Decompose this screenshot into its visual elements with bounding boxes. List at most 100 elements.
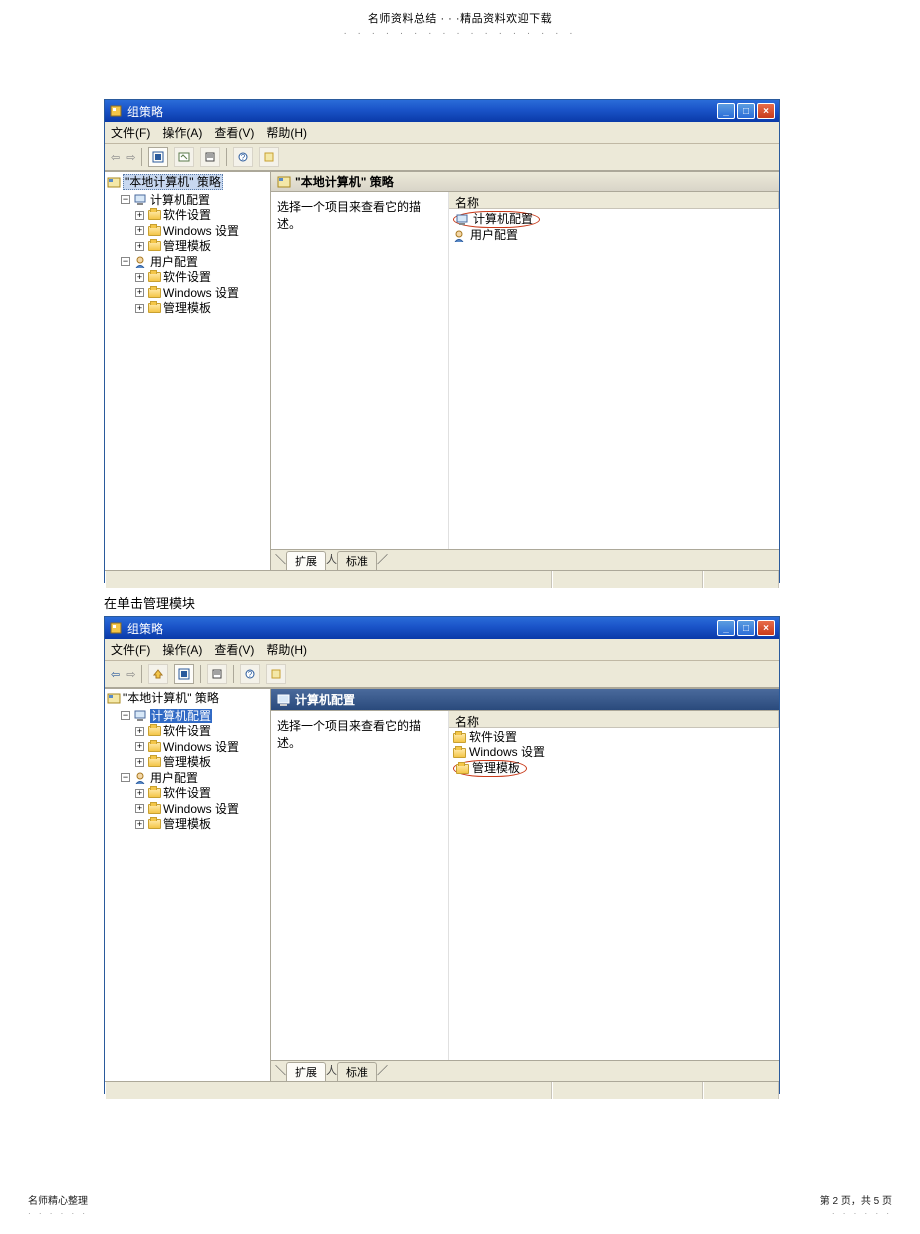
tool-btn-4[interactable]: ? xyxy=(240,664,260,684)
folder-icon xyxy=(148,804,161,814)
highlight-circle: 管理模板 xyxy=(453,760,527,777)
tree-computer-config[interactable]: − 计算机配置 xyxy=(121,193,210,207)
tree-label: Windows 设置 xyxy=(163,286,239,300)
tool-btn-2[interactable] xyxy=(174,147,194,167)
tool-btn-5[interactable] xyxy=(259,147,279,167)
back-button[interactable]: ⇦ xyxy=(111,668,120,681)
list-item-user-config[interactable]: 用户配置 xyxy=(453,228,779,243)
tree-item[interactable]: +Windows 设置 xyxy=(135,224,239,238)
tree-label: Windows 设置 xyxy=(163,740,239,754)
tool-btn-5[interactable] xyxy=(266,664,286,684)
tree-root[interactable]: "本地计算机" 策略 xyxy=(107,174,223,190)
tree-item[interactable]: + 软件设置 xyxy=(135,270,211,284)
tool-btn-up[interactable] xyxy=(148,664,168,684)
tree-item[interactable]: +软件设置 xyxy=(135,786,211,800)
pane-title: "本地计算机" 策略 xyxy=(295,173,394,190)
menu-help[interactable]: 帮助(H) xyxy=(266,641,307,658)
titlebar[interactable]: 组策略 _ □ × xyxy=(105,100,779,122)
pane-header: 计算机配置 xyxy=(271,689,779,711)
tree-label: 软件设置 xyxy=(163,270,211,284)
statusbar xyxy=(105,1081,779,1099)
list-item-computer-config[interactable]: 计算机配置 xyxy=(453,211,779,228)
menu-help[interactable]: 帮助(H) xyxy=(266,124,307,141)
minimize-button[interactable]: _ xyxy=(717,620,735,636)
tree-item[interactable]: + Windows 设置 xyxy=(135,740,239,754)
maximize-button[interactable]: □ xyxy=(737,620,755,636)
list-item-windows[interactable]: Windows 设置 xyxy=(453,745,779,760)
expand-icon[interactable]: + xyxy=(135,226,144,235)
tool-btn-1[interactable] xyxy=(148,147,168,167)
tree-item[interactable]: + 管理模板 xyxy=(135,817,211,831)
menu-action[interactable]: 操作(A) xyxy=(162,641,202,658)
collapse-icon[interactable]: − xyxy=(121,195,130,204)
tab-sep: ／ xyxy=(377,551,388,570)
tree-item[interactable]: +管理模板 xyxy=(135,239,211,253)
expand-icon[interactable]: + xyxy=(135,288,144,297)
toolbar: ⇦ ⇨ ? xyxy=(105,661,779,688)
collapse-icon[interactable]: − xyxy=(121,773,130,782)
user-icon xyxy=(453,230,467,242)
tab-sep: ＼ xyxy=(275,1062,286,1081)
tab-standard[interactable]: 标准 xyxy=(337,551,377,570)
tree-item[interactable]: + Windows 设置 xyxy=(135,286,239,300)
menu-file[interactable]: 文件(F) xyxy=(111,641,150,658)
tree-root-label: "本地计算机" 策略 xyxy=(123,691,219,705)
tree-root-label: "本地计算机" 策略 xyxy=(123,174,223,190)
description-text: 选择一个项目来查看它的描述。 xyxy=(277,198,442,232)
tree-root[interactable]: "本地计算机" 策略 xyxy=(107,691,219,705)
tree-user-config[interactable]: − 用户配置 xyxy=(121,255,198,269)
expand-icon[interactable]: + xyxy=(135,804,144,813)
tree-item[interactable]: +管理模板 xyxy=(135,755,211,769)
tree-item[interactable]: +软件设置 xyxy=(135,724,211,738)
expand-icon[interactable]: + xyxy=(135,304,144,313)
tab-standard[interactable]: 标准 xyxy=(337,1062,377,1081)
tree-panel: "本地计算机" 策略 − 计算机配置 xyxy=(105,689,271,1081)
expand-icon[interactable]: + xyxy=(135,758,144,767)
expand-icon[interactable]: + xyxy=(135,242,144,251)
tree-computer-config[interactable]: − 计算机配置 xyxy=(121,709,212,723)
expand-icon[interactable]: + xyxy=(135,211,144,220)
tree-label: 计算机配置 xyxy=(150,193,210,207)
folder-icon xyxy=(148,303,161,313)
column-header-name[interactable]: 名称 xyxy=(449,192,779,209)
menu-view[interactable]: 查看(V) xyxy=(214,124,254,141)
tab-extended[interactable]: 扩展 xyxy=(286,1062,326,1081)
maximize-button[interactable]: □ xyxy=(737,103,755,119)
description-column: 选择一个项目来查看它的描述。 xyxy=(271,192,449,549)
menu-view[interactable]: 查看(V) xyxy=(214,641,254,658)
tree-label: 软件设置 xyxy=(163,208,211,222)
tree-label: 用户配置 xyxy=(150,771,198,785)
expand-icon[interactable]: + xyxy=(135,727,144,736)
tree-user-config[interactable]: − 用户配置 xyxy=(121,771,198,785)
folder-icon xyxy=(148,241,161,251)
collapse-icon[interactable]: − xyxy=(121,711,130,720)
minimize-button[interactable]: _ xyxy=(717,103,735,119)
tool-btn-3[interactable] xyxy=(207,664,227,684)
folder-icon xyxy=(148,272,161,282)
menu-action[interactable]: 操作(A) xyxy=(162,124,202,141)
tree-item[interactable]: +管理模板 xyxy=(135,301,211,315)
list-item-software[interactable]: 软件设置 xyxy=(453,730,779,745)
footer-left: 名师精心整理 xyxy=(28,1196,88,1207)
tree-item[interactable]: + 软件设置 xyxy=(135,208,211,222)
close-button[interactable]: × xyxy=(757,620,775,636)
tool-btn-3[interactable] xyxy=(200,147,220,167)
expand-icon[interactable]: + xyxy=(135,789,144,798)
computer-icon xyxy=(277,693,291,707)
collapse-icon[interactable]: − xyxy=(121,257,130,266)
tool-btn-1[interactable] xyxy=(174,664,194,684)
expand-icon[interactable]: + xyxy=(135,273,144,282)
content-pane: 计算机配置 选择一个项目来查看它的描述。 名称 软件设置 Wi xyxy=(271,689,779,1081)
tool-btn-4[interactable]: ? xyxy=(233,147,253,167)
column-header-name[interactable]: 名称 xyxy=(449,711,779,728)
list-item-admin-templates[interactable]: 管理模板 xyxy=(453,760,779,777)
menu-file[interactable]: 文件(F) xyxy=(111,124,150,141)
tab-extended[interactable]: 扩展 xyxy=(286,551,326,570)
titlebar[interactable]: 组策略 _ □ × xyxy=(105,617,779,639)
forward-button: ⇨ xyxy=(126,151,135,164)
close-button[interactable]: × xyxy=(757,103,775,119)
tree-label: 管理模板 xyxy=(163,817,211,831)
tree-item[interactable]: +Windows 设置 xyxy=(135,802,239,816)
expand-icon[interactable]: + xyxy=(135,742,144,751)
expand-icon[interactable]: + xyxy=(135,820,144,829)
